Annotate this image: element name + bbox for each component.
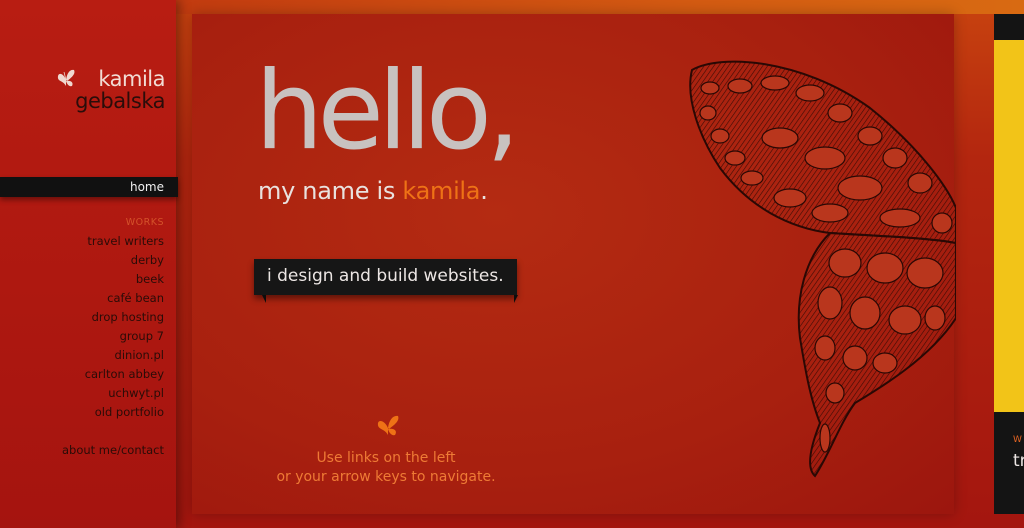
sidebar: kamila gebalska home WORKS travel writer… [0,0,178,528]
banner-tail-left [262,295,266,303]
nav-item-dinion-pl[interactable]: dinion.pl [85,346,164,365]
nav-item-uchwyt-pl[interactable]: uchwyt.pl [85,384,164,403]
next-project-preview[interactable] [994,40,1024,412]
nav-item-carlton-abbey[interactable]: carlton abbey [85,365,164,384]
nav-item-old-portfolio[interactable]: old portfolio [85,403,164,422]
name-line: my name is kamila. [258,177,488,205]
name-suffix: . [480,177,488,205]
hello-heading: hello, [255,49,520,174]
tagline-banner: i design and build websites. [254,259,517,295]
nav-item-cafe-bean[interactable]: café bean [85,289,164,308]
name-highlight: kamila [402,177,481,205]
next-project-title: tr [1013,451,1024,471]
logo-last-name: gebalska [75,89,165,113]
works-nav: WORKS travel writers derby beek café bea… [85,216,164,422]
nav-item-group-7[interactable]: group 7 [85,327,164,346]
logo-first-name: kamila [98,67,165,91]
works-heading: WORKS [125,217,164,228]
navigation-hint: Use links on the left or your arrow keys… [230,449,542,487]
hint-line-2: or your arrow keys to navigate. [276,469,496,485]
nav-item-derby[interactable]: derby [85,251,164,270]
butterfly-icon [57,69,75,87]
butterfly-illustration [689,60,956,478]
logo[interactable]: kamila gebalska [57,67,165,113]
butterfly-icon [377,415,399,436]
nav-item-beek[interactable]: beek [85,270,164,289]
nav-item-drop-hosting[interactable]: drop hosting [85,308,164,327]
name-prefix: my name is [258,177,403,205]
top-glow [175,0,1024,14]
banner-tail-right [514,295,518,303]
nav-home[interactable]: home [0,177,178,197]
hint-line-1: Use links on the left [316,450,456,466]
nav-about-contact[interactable]: about me/contact [62,443,164,457]
next-project-works-label: W [1013,435,1022,445]
nav-item-travel-writers[interactable]: travel writers [85,232,164,251]
